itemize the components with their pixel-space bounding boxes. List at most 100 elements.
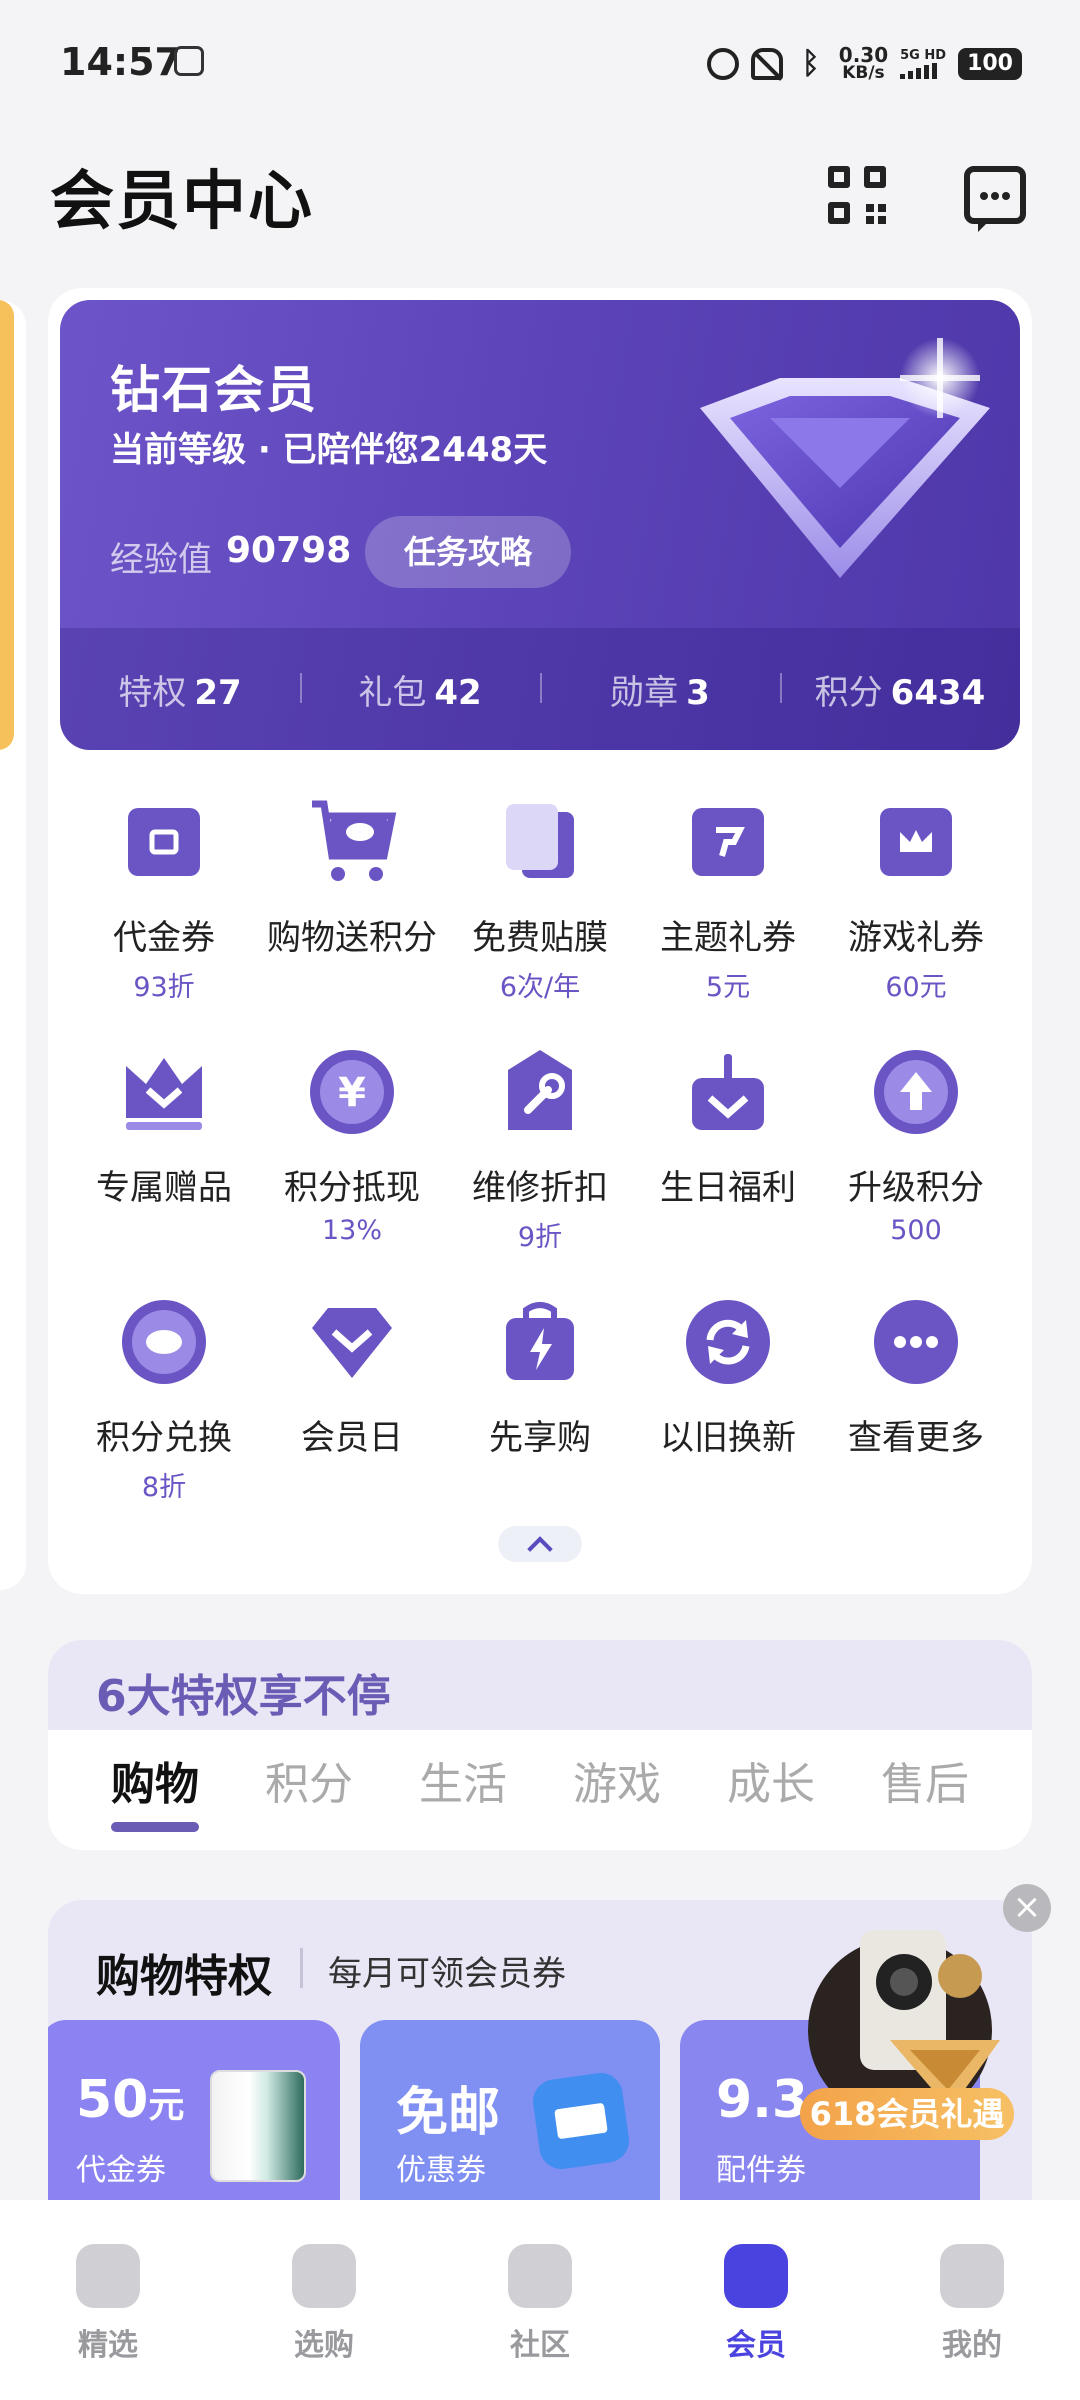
benefit-sub: 60元 (885, 972, 947, 1003)
benefit-label: 购物送积分 (267, 918, 437, 958)
status-icons: ᛒ 0.30 KB/s 5G HD 100 (706, 44, 1022, 84)
promo-label[interactable]: 618会员礼遇 (800, 2088, 1014, 2140)
benefit-label: 查看更多 (848, 1418, 984, 1458)
arrow-up-coin-icon (868, 1044, 964, 1140)
benefit-item[interactable]: 代金券 93折 (70, 790, 258, 1040)
screen-film-icon (492, 794, 588, 890)
yen-coin-icon: ¥ (304, 1044, 400, 1140)
diamond-icon (724, 2244, 788, 2308)
tab-privilege[interactable]: 积分 (232, 1730, 386, 1850)
nav-label: 社区 (510, 2328, 570, 2363)
bluetooth-icon: ᛒ (801, 46, 820, 81)
stat-privileges[interactable]: 特权 27 (60, 665, 300, 714)
member-level: 钻石会员 (110, 361, 318, 419)
stat-gift-packs[interactable]: 礼包 42 (300, 665, 540, 714)
tab-privilege[interactable]: 成长 (694, 1730, 848, 1850)
message-icon[interactable] (964, 166, 1026, 232)
bottom-navigation: 精选 选购 社区 会员 我的 (0, 2200, 1080, 2400)
nav-item[interactable]: 我的 (864, 2244, 1080, 2400)
status-bar: 14:57 ᛒ 0.30 KB/s 5G HD 100 (0, 0, 1080, 120)
benefit-label: 专属赠品 (96, 1168, 232, 1208)
alarm-icon (706, 48, 739, 80)
member-days: 当前等级 · 已陪伴您2448天 (110, 430, 548, 470)
benefit-item[interactable]: 购物送积分 (258, 790, 446, 1040)
theme-ticket-icon (680, 794, 776, 890)
exchange-icon (680, 1294, 776, 1390)
task-guide-button[interactable]: 任务攻略 (365, 516, 571, 588)
tab-privilege[interactable]: 生活 (386, 1730, 540, 1850)
privileges-section: 6大特权享不停 购物 积分 生活 游戏 成长 售后 (48, 1640, 1032, 1850)
benefit-item[interactable]: 主题礼券 5元 (634, 790, 822, 1040)
benefit-item[interactable]: 生日福利 (634, 1040, 822, 1290)
stat-medals[interactable]: 勋章 3 (540, 665, 780, 714)
benefit-label: 升级积分 (848, 1168, 984, 1208)
nav-item[interactable]: 选购 (216, 2244, 432, 2400)
benefit-item[interactable]: 游戏礼券 60元 (822, 790, 1010, 1040)
benefit-item[interactable]: 维修折扣 9折 (446, 1040, 634, 1290)
benefit-item[interactable]: 积分兑换 8折 (70, 1290, 258, 1540)
collapse-button[interactable] (498, 1526, 582, 1562)
benefit-item[interactable]: 以旧换新 (634, 1290, 822, 1540)
phone-image (210, 2070, 306, 2182)
benefit-item[interactable]: 升级积分 500 (822, 1040, 1010, 1290)
benefit-label: 积分抵现 (284, 1168, 420, 1208)
mute-bell-icon (750, 48, 783, 80)
member-stats: 特权 27 礼包 42 勋章 3 积分 6434 (60, 628, 1020, 750)
benefit-item[interactable]: 先享购 (446, 1290, 634, 1540)
privileges-tabs: 购物 积分 生活 游戏 成长 售后 (48, 1730, 1032, 1850)
nav-label: 我的 (942, 2328, 1002, 2363)
benefit-sub: 8折 (141, 1472, 187, 1503)
diamond-icon (304, 1294, 400, 1390)
gift-box-icon (680, 1044, 776, 1140)
benefit-label: 先享购 (489, 1418, 591, 1458)
benefit-label: 生日福利 (660, 1168, 796, 1208)
tab-privilege[interactable]: 售后 (848, 1730, 1002, 1850)
benefit-item[interactable]: 查看更多 (822, 1290, 1010, 1540)
exp-value: 90798 (226, 530, 352, 571)
benefit-sub: 6次/年 (499, 972, 581, 1003)
benefit-sub: 13% (321, 1215, 382, 1246)
qr-code-icon[interactable] (828, 166, 886, 224)
privileges-title: 6大特权享不停 (96, 1671, 391, 1722)
benefit-item[interactable]: ¥ 积分抵现 13% (258, 1040, 446, 1290)
ticket-icon (116, 794, 212, 890)
cart-icon (304, 794, 400, 890)
benefit-item[interactable]: 专属赠品 (70, 1040, 258, 1290)
member-banner[interactable]: 钻石会员 当前等级 · 已陪伴您2448天 经验值 90798 任务攻略 特权 2… (60, 300, 1020, 750)
benefit-sub: 500 (890, 1215, 942, 1246)
benefit-label: 积分兑换 (96, 1418, 232, 1458)
benefits-grid: 代金券 93折 购物送积分 免费贴膜 6次/年 主题礼券 5元 游戏礼券 60元专属赠品 ¥ 积分抵… (70, 790, 1010, 1540)
stat-points[interactable]: 积分 6434 (780, 665, 1020, 714)
nav-item[interactable]: 会员 (648, 2244, 864, 2400)
svg-text:¥: ¥ (338, 1070, 366, 1116)
profile-icon (940, 2244, 1004, 2308)
chat-bubble-icon (508, 2244, 572, 2308)
tab-privilege[interactable]: 游戏 (540, 1730, 694, 1850)
benefit-item[interactable]: 会员日 (258, 1290, 446, 1540)
truck-icon (530, 2070, 632, 2172)
nav-item[interactable]: 社区 (432, 2244, 648, 2400)
points-coin-icon (116, 1294, 212, 1390)
benefit-label: 以旧换新 (660, 1418, 796, 1458)
benefit-item[interactable]: 免费贴膜 6次/年 (446, 790, 634, 1040)
nav-label: 会员 (726, 2328, 786, 2363)
benefit-label: 主题礼券 (660, 918, 796, 958)
benefit-sub: 9折 (517, 1222, 563, 1253)
crown-icon (116, 1044, 212, 1140)
battery-icon: 100 (958, 48, 1022, 80)
exp-label: 经验值 (110, 540, 212, 580)
more-icon (868, 1294, 964, 1390)
previous-level-card[interactable] (0, 300, 14, 750)
nav-item[interactable]: 精选 (0, 2244, 216, 2400)
diamond-badge-icon (700, 338, 990, 578)
benefit-sub: 93折 (133, 972, 195, 1003)
shopping-bag-icon (292, 2244, 356, 2308)
app-notification-icon (174, 46, 204, 76)
status-time: 14:57 (60, 40, 181, 84)
benefit-sub: 5元 (705, 972, 751, 1003)
nav-label: 选购 (294, 2328, 354, 2363)
divider (300, 1948, 303, 1988)
shopping-subtitle: 每月可领会员券 (328, 1954, 566, 1994)
benefit-label: 代金券 (113, 918, 215, 958)
tab-privilege[interactable]: 购物 (78, 1730, 232, 1850)
